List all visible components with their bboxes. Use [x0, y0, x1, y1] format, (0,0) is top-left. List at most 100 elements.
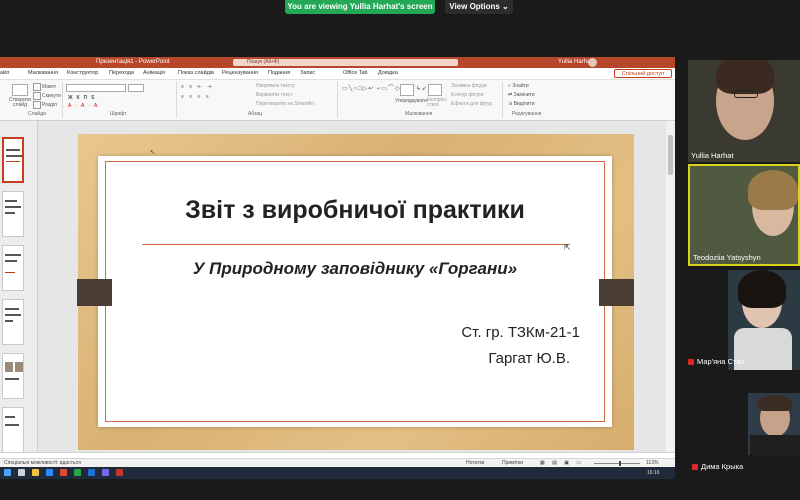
find-label: Знайти: [512, 83, 529, 89]
app-icon[interactable]: [102, 469, 109, 476]
scrollbar-thumb[interactable]: [668, 135, 673, 175]
ribbon-tabs: айл Малювання Конструктор Переходи Аніма…: [0, 68, 675, 80]
mouse-cursor-icon: ⇱: [564, 243, 571, 252]
app-icon[interactable]: [116, 469, 123, 476]
screen-share-banner[interactable]: You are viewing Yullia Harhat's screen: [285, 0, 435, 14]
comments-button[interactable]: Примітки: [502, 460, 523, 466]
align-buttons[interactable]: ≡ ≡ ≡ ≡: [181, 94, 211, 100]
select-label: Виділити: [513, 101, 535, 107]
group-editing: Редагування: [512, 111, 542, 117]
shape-outline-button[interactable]: Контур фігури: [451, 92, 483, 98]
tab-help[interactable]: Довідка: [378, 70, 398, 76]
zoom-app-icon[interactable]: [46, 469, 53, 476]
new-slide-icon[interactable]: [12, 84, 28, 96]
folder-icon[interactable]: [32, 469, 39, 476]
mouse-cursor-icon: ↖: [150, 150, 156, 156]
arrange-button[interactable]: Упорядкувати: [395, 98, 427, 104]
slide-thumbnail[interactable]: [2, 137, 24, 183]
quick-styles-button[interactable]: Експрес-стилі: [427, 98, 448, 108]
tab-slideshow[interactable]: Показ слайдів: [178, 70, 214, 76]
participant-hair: [748, 170, 798, 210]
slide-decoration-right: [599, 279, 634, 306]
font-name-dropdown[interactable]: [66, 84, 126, 92]
find-button[interactable]: ⌕ Знайти: [508, 83, 529, 89]
layout-button[interactable]: Макет: [42, 84, 56, 90]
participant-name: Teodoziia Yatsyshyn: [693, 253, 761, 262]
shape-fill-button[interactable]: Заливка фігури: [451, 83, 487, 89]
ribbon: Створити слайд Макет Скинути Розділ Слай…: [0, 80, 675, 121]
chrome-icon[interactable]: [74, 469, 81, 476]
text-direction-button[interactable]: Напрямок тексту: [256, 83, 295, 89]
tab-review[interactable]: Рецензування: [222, 70, 258, 76]
ribbon-divider: [502, 82, 503, 118]
tab-transitions[interactable]: Переходи: [109, 70, 134, 76]
replace-button[interactable]: ⇄ Замінити: [508, 92, 535, 98]
font-size-dropdown[interactable]: [128, 84, 144, 92]
tab-record[interactable]: Запис: [300, 70, 315, 76]
student-group[interactable]: Ст. гр. ТЗКм-21-1: [380, 324, 580, 341]
participant-name: Мар'яна Стах: [697, 357, 745, 366]
participant-name: Yullia Harhat: [691, 151, 734, 160]
reset-button[interactable]: Скинути: [42, 93, 61, 99]
zoom-slider-handle[interactable]: [619, 461, 621, 466]
slide-thumbnail[interactable]: [2, 245, 24, 291]
quick-styles-icon[interactable]: [428, 84, 442, 96]
tab-file[interactable]: айл: [0, 70, 9, 76]
ribbon-divider: [176, 82, 177, 118]
font-color-buttons[interactable]: A·A·A: [68, 103, 101, 109]
slide-title[interactable]: Звіт з виробничої практики: [98, 196, 612, 225]
slide-thumbnail[interactable]: [2, 407, 24, 452]
participant-tile[interactable]: [748, 393, 800, 455]
word-app-icon[interactable]: [88, 469, 95, 476]
accessibility-status[interactable]: Спеціальні можливості: вдасться: [4, 460, 81, 466]
view-buttons[interactable]: ▦ ▤ ▣ ▭: [540, 460, 584, 466]
slide-thumbnail[interactable]: [2, 299, 24, 345]
arrange-icon[interactable]: [400, 84, 414, 96]
font-format-buttons[interactable]: ЖКПЅ: [68, 95, 99, 101]
title-divider: [142, 244, 569, 245]
slide-decoration-left: [77, 279, 112, 306]
replace-label: Замінити: [513, 92, 535, 98]
section-button[interactable]: Розділ: [42, 102, 57, 108]
mic-off-icon: [692, 464, 698, 471]
shape-effects-button[interactable]: Ефекти для фігур: [451, 101, 492, 107]
participant-hair: [738, 270, 786, 308]
ribbon-divider: [62, 82, 63, 118]
participant-clothes: [750, 435, 800, 455]
list-buttons[interactable]: ≡ ≡ ⇤ ⇥: [181, 84, 213, 90]
notes-button[interactable]: Нотатки: [466, 460, 484, 466]
slide-thumbnail[interactable]: [2, 353, 24, 399]
window-title: Презентація1 - PowerPoint: [96, 59, 170, 65]
author-name[interactable]: Гаргат Ю.В.: [380, 350, 570, 367]
participant-name: Дима Крыка: [701, 462, 744, 471]
tray-clock: 16:16: [647, 470, 660, 476]
new-slide-button[interactable]: Створити слайд: [8, 98, 32, 108]
select-button[interactable]: ⇲ Виділити: [508, 101, 535, 107]
view-options-button[interactable]: View Options ⌄: [445, 0, 513, 14]
tab-animations[interactable]: Анімація: [143, 70, 165, 76]
section-icon: [33, 101, 41, 109]
tab-design[interactable]: Конструктор: [67, 70, 98, 76]
zoom-level[interactable]: 113%: [646, 460, 658, 466]
participant-tile-active[interactable]: Teodoziia Yatsyshyn: [688, 164, 800, 266]
user-name[interactable]: Yullia Harhat: [558, 59, 592, 65]
start-icon[interactable]: [4, 469, 11, 476]
shapes-gallery[interactable]: ▭╲○□▷↩ ⌐▭⌒◇△ ⌒↳↙( ){: [342, 83, 440, 92]
avatar[interactable]: [588, 58, 597, 67]
search-icon[interactable]: [18, 469, 25, 476]
participant-label: Дима Крыка: [692, 462, 743, 471]
slide-thumbnail[interactable]: [2, 191, 24, 237]
zoom-slider[interactable]: [594, 463, 640, 464]
participant-tile[interactable]: Yullia Harhat: [688, 60, 800, 162]
smartart-button[interactable]: Перетворити на SmartArt: [256, 101, 314, 107]
tab-view[interactable]: Подання: [268, 70, 290, 76]
title-bar: Презентація1 - PowerPoint Пошук (Alt+Ф) …: [0, 57, 675, 68]
align-text-button[interactable]: Вирівняти текст: [256, 92, 293, 98]
search-box[interactable]: Пошук (Alt+Ф): [233, 59, 458, 66]
powerpoint-app-icon[interactable]: [60, 469, 67, 476]
tab-office-tab[interactable]: Office Tab: [343, 70, 368, 76]
slide-subtitle[interactable]: У Природному заповіднику «Горгани»: [98, 259, 612, 279]
tab-draw[interactable]: Малювання: [28, 70, 58, 76]
share-button[interactable]: Спільний доступ: [614, 69, 672, 78]
participant-tile[interactable]: [728, 270, 800, 370]
